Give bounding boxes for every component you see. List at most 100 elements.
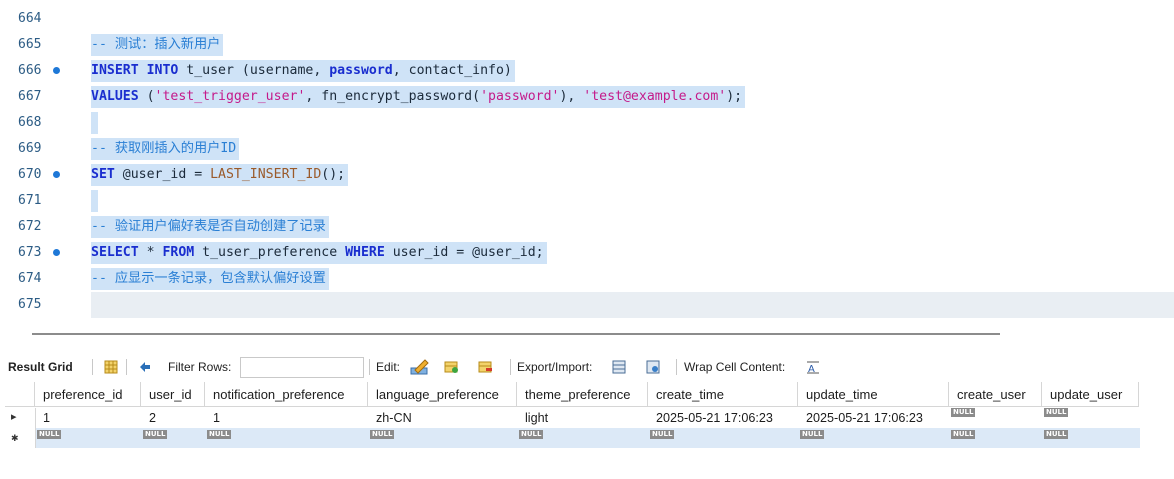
line-number: 666 (18, 63, 42, 78)
code-token: SET (91, 167, 115, 182)
wrap-text-icon[interactable]: A (806, 360, 820, 374)
editor-line[interactable]: 666 INSERT INTO t_user (username, passwor… (0, 58, 1174, 84)
code-token: -- 验证用户偏好表是否自动创建了记录 (91, 219, 326, 234)
new-row-placeholder[interactable]: ✱ NULL NULL NULL NULL NULL NULL NULL NULL NULL (5, 428, 1140, 448)
add-row-icon[interactable] (444, 360, 458, 374)
code-text: -- 应显示一条记录，包含默认偏好设置 (91, 268, 329, 290)
toolbar-separator (676, 359, 677, 375)
editor-line[interactable]: 670 SET @user_id = LAST_INSERT_ID(); (0, 162, 1174, 188)
row-header-corner (5, 382, 35, 407)
import-icon[interactable] (646, 360, 660, 374)
table-row[interactable]: ▸ 1 2 1 zh-CN light 2025-05-21 17:06:23 2025-05… (5, 408, 1140, 428)
code-token: ), (559, 89, 584, 104)
statement-marker-icon (53, 171, 60, 178)
result-grid-tab[interactable]: Result Grid (8, 354, 73, 380)
code-token: ( (138, 89, 155, 104)
column-header-theme-preference[interactable]: theme_preference (517, 382, 648, 407)
statement-marker-icon (53, 67, 60, 74)
sql-editor[interactable]: 664 665 -- 测试：插入新用户 666 INSERT INTO t_user (… (0, 0, 1174, 322)
line-number: 671 (18, 193, 42, 208)
null-badge[interactable]: NULL (207, 430, 232, 439)
toolbar-separator (126, 359, 127, 375)
code-token: (); (321, 167, 346, 182)
line-number: 668 (18, 115, 42, 130)
table-cell[interactable]: zh-CN (368, 408, 517, 428)
table-cell[interactable]: 1 (35, 408, 141, 428)
null-badge[interactable]: NULL (37, 430, 62, 439)
line-number: 673 (18, 245, 42, 260)
export-import-label: Export/Import: (517, 360, 593, 374)
line-number: 675 (18, 297, 42, 312)
code-token: -- 应显示一条记录，包含默认偏好设置 (91, 271, 326, 286)
new-row-marker-icon: ✱ (5, 428, 36, 448)
table-cell[interactable]: 2025-05-21 17:06:23 (648, 408, 798, 428)
null-badge[interactable]: NULL (143, 430, 168, 439)
column-header-update-user[interactable]: update_user (1042, 382, 1139, 407)
code-text: VALUES ('test_trigger_user', fn_encrypt_… (91, 86, 746, 108)
filter-rows-input[interactable] (240, 357, 364, 378)
statement-marker-icon (53, 249, 60, 256)
editor-line[interactable]: 665 -- 测试：插入新用户 (0, 32, 1174, 58)
editor-line[interactable]: 668 (0, 110, 1174, 136)
editor-line[interactable]: 671 (0, 188, 1174, 214)
code-token: * (138, 245, 163, 260)
editor-line[interactable]: 669 -- 获取刚插入的用户ID (0, 136, 1174, 162)
code-text: INSERT INTO t_user (username, password, … (91, 60, 515, 82)
export-icon[interactable] (612, 360, 626, 374)
null-badge[interactable]: NULL (951, 408, 976, 417)
column-header-preference-id[interactable]: preference_id (35, 382, 141, 407)
grid-view-icon[interactable] (104, 360, 118, 374)
null-badge[interactable]: NULL (951, 430, 976, 439)
current-line-highlight (91, 292, 1174, 318)
editor-line[interactable]: 675 (0, 292, 1174, 318)
editor-line[interactable]: 674 -- 应显示一条记录，包含默认偏好设置 (0, 266, 1174, 292)
line-number: 665 (18, 37, 42, 52)
code-text: -- 验证用户偏好表是否自动创建了记录 (91, 216, 329, 238)
editor-line[interactable]: 664 (0, 6, 1174, 32)
result-toolbar: Result Grid Filter Rows: Edit: Export/Im… (0, 354, 1174, 380)
code-token: VALUES (91, 89, 139, 104)
editor-line[interactable]: 672 -- 验证用户偏好表是否自动创建了记录 (0, 214, 1174, 240)
code-text: SELECT * FROM t_user_preference WHERE us… (91, 242, 547, 264)
code-text: SET @user_id = LAST_INSERT_ID(); (91, 164, 349, 186)
null-badge[interactable]: NULL (1044, 430, 1069, 439)
column-header-update-time[interactable]: update_time (798, 382, 949, 407)
column-header-user-id[interactable]: user_id (141, 382, 205, 407)
code-token: INSERT (91, 63, 139, 78)
null-badge[interactable]: NULL (370, 430, 395, 439)
editor-horizontal-scrollbar[interactable] (32, 333, 1000, 335)
delete-row-icon[interactable] (478, 360, 492, 374)
column-header-create-user[interactable]: create_user (949, 382, 1042, 407)
code-token: t_user (username, (178, 63, 330, 78)
code-text: -- 测试：插入新用户 (91, 34, 224, 56)
null-badge[interactable]: NULL (800, 430, 825, 439)
edit-pencil-icon[interactable] (410, 358, 430, 376)
code-token: -- 测试：插入新用户 (91, 37, 221, 52)
line-number: 664 (18, 11, 42, 26)
null-badge[interactable]: NULL (1044, 408, 1069, 417)
table-cell[interactable]: light (517, 408, 648, 428)
null-badge[interactable]: NULL (650, 430, 675, 439)
table-cell[interactable]: 1 (205, 408, 368, 428)
code-text: -- 获取刚插入的用户ID (91, 138, 240, 160)
code-token: t_user_preference (194, 245, 346, 260)
table-cell[interactable]: 2 (141, 408, 205, 428)
column-header-create-time[interactable]: create_time (648, 382, 798, 407)
result-grid-label: Result Grid (8, 360, 73, 374)
editor-line[interactable]: 673 SELECT * FROM t_user_preference WHERE… (0, 240, 1174, 266)
code-text (91, 190, 98, 212)
editor-line[interactable]: 667 VALUES ('test_trigger_user', fn_encry… (0, 84, 1174, 110)
line-number: 670 (18, 167, 42, 182)
line-number: 669 (18, 141, 42, 156)
line-number: 667 (18, 89, 42, 104)
wrap-cell-label: Wrap Cell Content: (684, 360, 786, 374)
filter-refresh-icon[interactable] (138, 360, 152, 374)
column-header-language-preference[interactable]: language_preference (368, 382, 517, 407)
null-badge[interactable]: NULL (519, 430, 544, 439)
table-cell[interactable]: 2025-05-21 17:06:23 (798, 408, 949, 428)
code-token: -- 获取刚插入的用户ID (91, 141, 237, 156)
column-header-notification-preference[interactable]: notification_preference (205, 382, 368, 407)
line-number: 674 (18, 271, 42, 286)
code-token: , contact_info) (392, 63, 512, 78)
